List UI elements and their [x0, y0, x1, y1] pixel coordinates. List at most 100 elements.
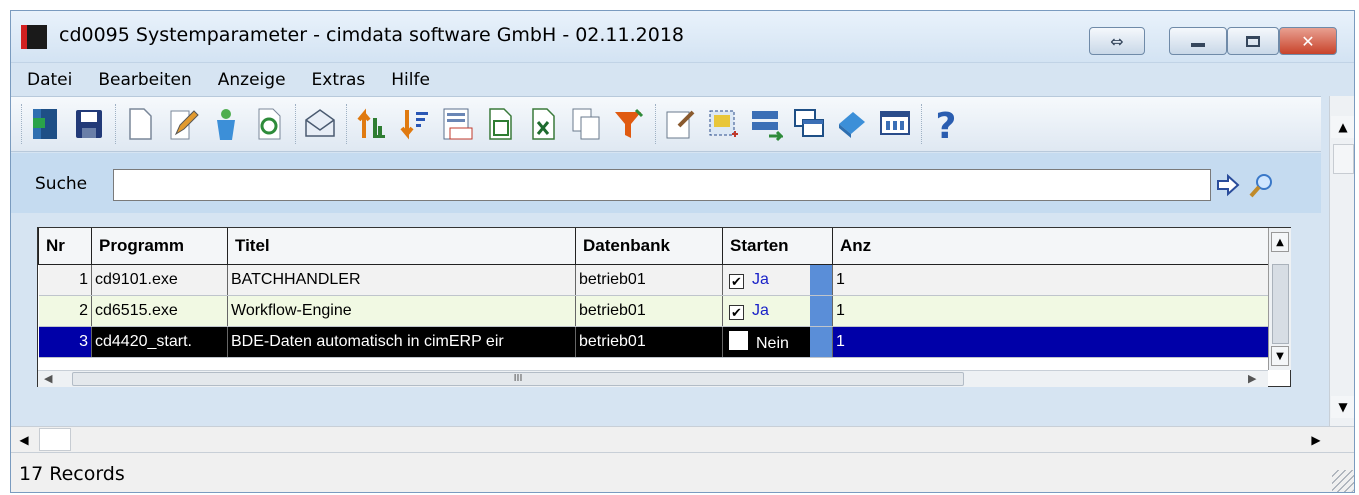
toolbar-separator: [921, 104, 923, 144]
app-window: cd0095 Systemparameter - cimdata softwar…: [10, 10, 1355, 493]
excel-icon[interactable]: [526, 105, 560, 143]
cell-programm[interactable]: cd6515.exe: [91, 295, 228, 327]
cell-programm[interactable]: cd4420_start.: [91, 326, 228, 358]
help-icon[interactable]: ?: [929, 105, 963, 143]
grid-horizontal-scroll-thumb[interactable]: III: [72, 372, 964, 386]
search-input[interactable]: [113, 169, 1211, 201]
cell-datenbank[interactable]: betrieb01: [575, 295, 723, 327]
restore-arrows-button[interactable]: ⇔: [1089, 27, 1145, 55]
select-area-icon[interactable]: [706, 105, 740, 143]
starten-dropdown-strip[interactable]: [810, 326, 832, 356]
refresh-icon[interactable]: [252, 105, 286, 143]
starten-checkbox[interactable]: ✔: [729, 273, 744, 289]
cell-nr[interactable]: 2: [38, 295, 92, 327]
sort-ascending-icon[interactable]: [354, 105, 388, 143]
scroll-right-icon[interactable]: ▶: [1303, 427, 1329, 452]
scroll-up-icon[interactable]: ▲: [1271, 232, 1289, 252]
windows-icon[interactable]: [792, 105, 826, 143]
toolbar-separator: [115, 104, 117, 144]
starten-value: Ja: [752, 301, 769, 319]
menu-bar: Datei Bearbeiten Anzeige Extras Hilfe: [11, 64, 1354, 96]
export-icon[interactable]: [483, 105, 517, 143]
resize-grip-icon[interactable]: [1332, 470, 1354, 492]
scroll-left-icon[interactable]: ◀: [44, 372, 52, 385]
properties-icon[interactable]: [663, 105, 697, 143]
menu-datei[interactable]: Datei: [23, 68, 76, 92]
minimize-button[interactable]: [1169, 27, 1227, 55]
maximize-button[interactable]: [1227, 27, 1279, 55]
status-bar: 17 Records: [11, 452, 1354, 492]
close-icon: ✕: [1301, 31, 1315, 51]
cell-datenbank[interactable]: betrieb01: [575, 326, 723, 358]
search-panel: Suche: [11, 153, 1321, 213]
arrow-right-icon[interactable]: [1216, 173, 1240, 197]
table-row[interactable]: 2 cd6515.exe Workflow-Engine betrieb01 ✔…: [38, 295, 1269, 327]
scroll-right-icon[interactable]: ▶: [1248, 372, 1256, 385]
toolbar-separator: [346, 104, 348, 144]
exit-icon[interactable]: [29, 105, 63, 143]
scroll-down-icon[interactable]: ▼: [1331, 396, 1354, 418]
cell-starten[interactable]: Nein: [722, 326, 833, 358]
column-header-starten[interactable]: Starten: [722, 228, 833, 265]
cell-programm[interactable]: cd9101.exe: [91, 264, 228, 296]
column-header-programm[interactable]: Programm: [91, 228, 228, 265]
magnifier-icon[interactable]: [1247, 171, 1275, 199]
grid-vertical-scroll-thumb[interactable]: [1272, 264, 1289, 344]
new-document-icon[interactable]: [123, 105, 157, 143]
transfer-icon[interactable]: [749, 105, 783, 143]
cell-nr[interactable]: 1: [38, 264, 92, 296]
horizontal-scrollbar[interactable]: ◀ ▶: [11, 426, 1354, 452]
cell-titel[interactable]: BATCHHANDLER: [227, 264, 576, 296]
starten-dropdown-strip[interactable]: [810, 295, 832, 325]
scroll-up-icon[interactable]: ▲: [1331, 116, 1354, 138]
column-header-nr[interactable]: Nr: [38, 228, 92, 265]
table-row[interactable]: 1 cd9101.exe BATCHHANDLER betrieb01 ✔ Ja …: [38, 264, 1269, 296]
menu-extras[interactable]: Extras: [308, 68, 370, 92]
starten-checkbox[interactable]: [729, 330, 748, 350]
window-title: cd0095 Systemparameter - cimdata softwar…: [59, 24, 684, 46]
cell-anz[interactable]: 1: [832, 295, 1269, 327]
column-header-anz[interactable]: Anz: [832, 228, 1269, 265]
grid-vertical-scrollbar[interactable]: ▲ ▼: [1268, 228, 1291, 370]
scroll-down-icon[interactable]: ▼: [1271, 346, 1289, 366]
horizontal-scroll-thumb[interactable]: [39, 428, 71, 451]
menu-bearbeiten[interactable]: Bearbeiten: [94, 68, 195, 92]
title-bar: cd0095 Systemparameter - cimdata softwar…: [11, 11, 1354, 63]
cell-starten[interactable]: ✔ Ja: [722, 264, 833, 296]
table-row-selected[interactable]: 3 cd4420_start. BDE-Daten automatisch in…: [38, 326, 1269, 358]
numbering-icon[interactable]: [440, 105, 474, 143]
starten-value: Nein: [756, 334, 789, 352]
recycle-icon[interactable]: [209, 105, 243, 143]
toolbar-separator: [21, 104, 23, 144]
book-icon[interactable]: [835, 105, 869, 143]
cell-anz[interactable]: 1: [832, 264, 1269, 296]
edit-icon[interactable]: [166, 105, 200, 143]
vertical-scrollbar[interactable]: ▲ ▼: [1329, 96, 1354, 426]
starten-dropdown-strip[interactable]: [810, 264, 832, 294]
app-icon: [21, 25, 47, 49]
starten-checkbox[interactable]: ✔: [729, 304, 744, 320]
data-grid: Nr Programm Titel Datenbank Starten Anz …: [37, 227, 1291, 387]
cell-starten[interactable]: ✔ Ja: [722, 295, 833, 327]
cell-titel[interactable]: BDE-Daten automatisch in cimERP eir: [227, 326, 576, 358]
column-header-datenbank[interactable]: Datenbank: [575, 228, 723, 265]
scroll-left-icon[interactable]: ◀: [11, 427, 37, 452]
menu-hilfe[interactable]: Hilfe: [387, 68, 434, 92]
save-icon[interactable]: [72, 105, 106, 143]
copy-icon[interactable]: [569, 105, 603, 143]
grid-horizontal-scrollbar[interactable]: ◀ III ▶: [38, 370, 1268, 387]
close-button[interactable]: ✕: [1279, 27, 1337, 55]
cell-nr[interactable]: 3: [38, 326, 92, 358]
cell-datenbank[interactable]: betrieb01: [575, 264, 723, 296]
menu-anzeige[interactable]: Anzeige: [214, 68, 290, 92]
cell-titel[interactable]: Workflow-Engine: [227, 295, 576, 327]
column-header-titel[interactable]: Titel: [227, 228, 576, 265]
filter-icon[interactable]: [612, 105, 646, 143]
maximize-icon: [1246, 35, 1260, 47]
sort-descending-icon[interactable]: [397, 105, 431, 143]
toolbar: ?: [11, 96, 1321, 152]
cell-anz[interactable]: 1: [832, 326, 1269, 358]
envelope-icon[interactable]: [303, 105, 337, 143]
columns-icon[interactable]: [878, 105, 912, 143]
vertical-scroll-thumb[interactable]: [1333, 144, 1354, 174]
